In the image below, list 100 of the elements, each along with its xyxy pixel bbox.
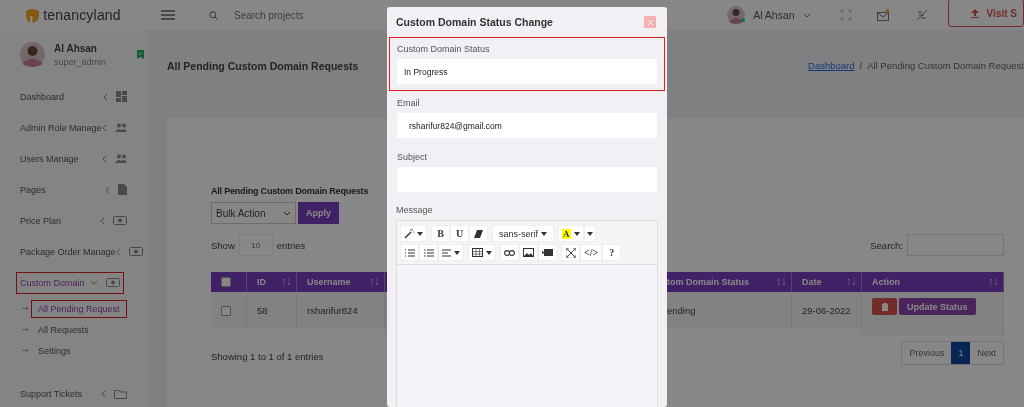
chevron-down-icon xyxy=(802,12,811,18)
column-header[interactable]: Username xyxy=(297,272,385,292)
search-label: Search: xyxy=(870,239,903,251)
trash-icon xyxy=(881,302,888,311)
folder-icon xyxy=(114,388,127,399)
toolbar-button[interactable] xyxy=(400,225,427,242)
submenu-item[interactable]: Settings xyxy=(32,342,77,359)
users-icon xyxy=(115,154,127,163)
sidebar-item[interactable]: Dashboard xyxy=(20,91,103,102)
upload-icon xyxy=(970,8,979,18)
sidebar-item[interactable]: Users Manage xyxy=(20,153,102,164)
avatar xyxy=(727,6,746,24)
page-title: All Pending Custom Domain Requests xyxy=(167,60,359,72)
fullscreen-icon xyxy=(565,247,576,258)
page-length-field[interactable]: 10 xyxy=(238,234,273,256)
toolbar-button[interactable]: U xyxy=(450,225,469,242)
mail-icon[interactable] xyxy=(876,9,890,21)
toolbar-button[interactable]: A xyxy=(558,225,584,242)
chevron-down-icon xyxy=(283,210,291,216)
toolbar-button[interactable]: ? xyxy=(602,244,622,261)
logo-text: tenancyland xyxy=(43,7,121,23)
status-field[interactable]: In Progress xyxy=(397,59,657,84)
chevron-left-icon xyxy=(101,389,106,398)
money-icon xyxy=(113,216,127,225)
toolbar-button[interactable]: </> xyxy=(580,244,603,261)
chevron-left-icon xyxy=(105,185,110,194)
sidebar-item[interactable]: Pages xyxy=(20,184,105,195)
toolbar-button[interactable] xyxy=(468,244,496,261)
sidebar-item[interactable]: Custom Domain xyxy=(20,277,90,288)
table-icon xyxy=(472,248,483,257)
close-button[interactable] xyxy=(644,16,656,28)
arrow-icon xyxy=(22,327,29,332)
bullet-list-icon xyxy=(404,248,415,257)
pagination-button[interactable]: Previous xyxy=(902,342,952,364)
money-icon xyxy=(128,247,143,256)
select-all-checkbox[interactable] xyxy=(221,277,231,287)
visit-site-button[interactable]: Visit S xyxy=(947,0,1024,27)
toolbar-button[interactable]: B xyxy=(431,225,450,242)
column-header[interactable]: ID xyxy=(247,272,297,292)
table-info: Showing 1 to 1 of 1 entries xyxy=(211,351,324,362)
breadcrumb-current: All Pending Custom Domain Request xyxy=(867,60,1024,71)
modal-title: Custom Domain Status Change xyxy=(396,16,553,28)
field-label: Custom Domain Status xyxy=(397,44,491,54)
link-icon xyxy=(504,249,515,256)
file-icon xyxy=(118,184,127,195)
toolbar-button[interactable] xyxy=(519,244,538,261)
search-icon xyxy=(209,10,218,20)
input-field[interactable]: rsharifur824@gmail.com xyxy=(397,113,657,138)
breadcrumb-separator: / xyxy=(859,60,863,71)
submenu-item[interactable]: All Requests xyxy=(32,321,95,338)
show-label: Show xyxy=(211,239,235,251)
profile-name: Al Ahsan xyxy=(54,42,98,54)
menu-icon[interactable] xyxy=(161,10,175,20)
column-header[interactable]: Action xyxy=(862,272,1004,292)
chevron-left-icon xyxy=(102,123,107,132)
pagination-button[interactable]: Next xyxy=(970,342,1003,364)
sidebar-item[interactable]: Support Tickets xyxy=(20,388,101,399)
close-icon xyxy=(647,19,653,25)
bookmark-icon xyxy=(137,50,144,59)
sidebar-item[interactable]: Price Plan xyxy=(20,215,100,226)
search-field[interactable]: Search projects xyxy=(232,8,376,22)
arrow-icon xyxy=(22,306,29,311)
users-icon xyxy=(115,123,127,132)
field-label: Message xyxy=(396,205,434,215)
money-icon xyxy=(106,278,120,287)
card-heading: All Pending Custom Domain Requests xyxy=(211,186,370,196)
message-editor[interactable]: B U sans-serif A </> ? xyxy=(396,220,658,407)
bulk-action-select[interactable]: Bulk Action xyxy=(211,202,296,224)
delete-button[interactable] xyxy=(872,298,897,315)
caret-icon xyxy=(541,231,547,236)
row-checkbox[interactable] xyxy=(221,305,231,316)
entries-label: entries xyxy=(276,239,306,251)
image-icon xyxy=(523,248,534,257)
table-cell: rsharifur824 xyxy=(297,292,385,329)
fullscreen-icon[interactable] xyxy=(840,10,851,20)
chevron-left-icon xyxy=(115,247,121,256)
sidebar-item[interactable]: Package Order Manage xyxy=(20,246,116,257)
table-cell: 29-06-2022 xyxy=(792,292,862,329)
numbered-list-icon xyxy=(423,248,434,257)
submenu-item[interactable]: All Pending Request xyxy=(32,300,126,317)
magic-wand-icon xyxy=(404,228,414,239)
user-name[interactable]: Al Ahsan xyxy=(753,9,795,21)
caret-icon xyxy=(417,231,423,236)
toolbar-button[interactable] xyxy=(561,244,580,261)
toolbar-button[interactable] xyxy=(438,244,464,261)
caret-icon xyxy=(486,250,492,255)
toolbar-button[interactable] xyxy=(538,244,557,261)
update-status-button[interactable]: Update Status xyxy=(899,298,976,315)
toolbar-button[interactable] xyxy=(469,225,488,242)
slash-icon[interactable] xyxy=(915,9,928,21)
pagination-button[interactable]: 1 xyxy=(951,342,971,364)
apply-button[interactable]: Apply xyxy=(298,202,339,224)
column-header[interactable]: Date xyxy=(792,272,862,292)
toolbar-button[interactable] xyxy=(500,244,519,261)
eraser-icon xyxy=(474,229,483,238)
sidebar-item[interactable]: Admin Role Manage xyxy=(20,122,102,133)
font-select[interactable]: sans-serif xyxy=(492,225,554,242)
breadcrumb-link[interactable]: Dashboard xyxy=(808,60,855,71)
chevron-left-icon xyxy=(100,216,105,225)
caret-icon xyxy=(454,250,460,255)
